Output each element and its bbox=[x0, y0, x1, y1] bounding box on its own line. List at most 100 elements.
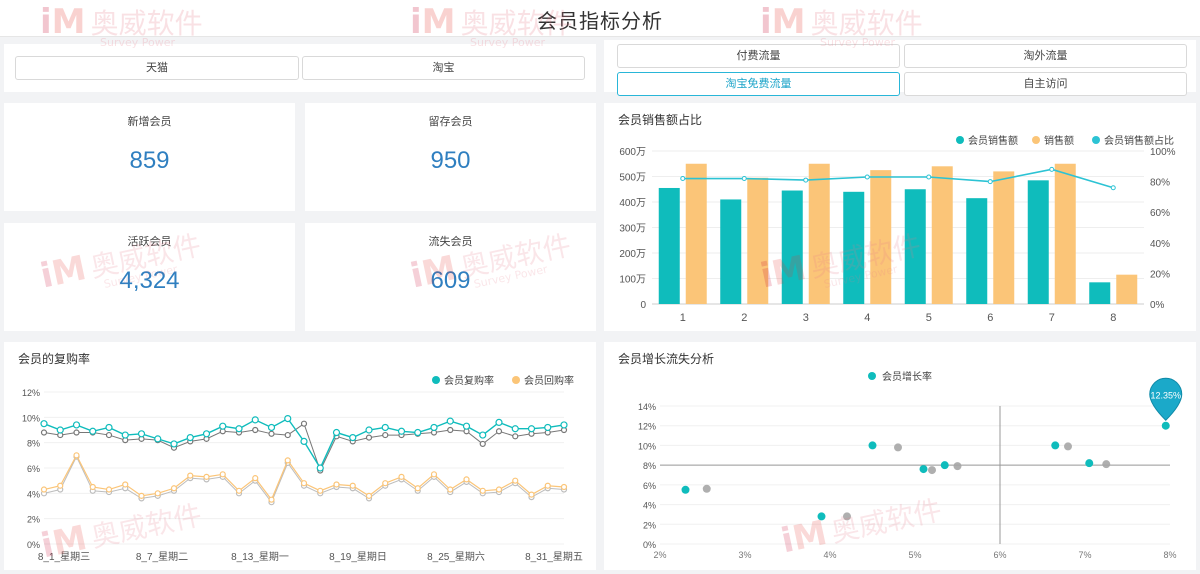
sales-share-chart-card: 会员销售额占比 0 100万 200万 300万 400万 500万 600万 0% 20% 40… bbox=[604, 103, 1196, 331]
series-point bbox=[333, 481, 340, 488]
scatter-point bbox=[817, 512, 826, 521]
legend-marker bbox=[868, 372, 876, 380]
kpi-value: 609 bbox=[430, 267, 471, 294]
series-point bbox=[267, 423, 276, 432]
line-point bbox=[803, 177, 809, 183]
bar-sales bbox=[1054, 163, 1076, 304]
y-tick-label: 10% bbox=[22, 413, 40, 423]
series-point bbox=[430, 471, 438, 478]
y-tick-label: 14% bbox=[638, 402, 656, 412]
series-point bbox=[219, 471, 226, 478]
filter-taobao-button[interactable]: 淘宝 bbox=[302, 56, 585, 80]
series-point bbox=[73, 429, 80, 436]
x-tick-label: 3% bbox=[738, 550, 751, 560]
scatter-point bbox=[843, 512, 851, 521]
scatter-point bbox=[894, 443, 902, 452]
bar-member-sales bbox=[966, 198, 988, 304]
y2-tick-label: 60% bbox=[1150, 208, 1170, 219]
series-point bbox=[528, 491, 535, 498]
filter-paid-traffic-button[interactable]: 付费流量 bbox=[617, 44, 900, 68]
series-point bbox=[252, 475, 259, 482]
bar-member-sales bbox=[843, 191, 865, 304]
series-point bbox=[560, 483, 568, 491]
y2-tick-label: 20% bbox=[1150, 269, 1170, 280]
series-point bbox=[447, 486, 454, 493]
filter-taobao-free-traffic-button[interactable]: 淘宝免费流量 bbox=[617, 72, 900, 96]
series-point bbox=[40, 486, 48, 493]
series-point bbox=[479, 440, 486, 448]
series-point bbox=[365, 434, 373, 441]
bar-member-sales bbox=[658, 187, 680, 304]
series-point bbox=[105, 431, 113, 439]
bar-sales bbox=[685, 163, 707, 304]
series-point bbox=[284, 457, 291, 464]
scatter-point bbox=[1064, 442, 1072, 451]
series-point bbox=[349, 433, 357, 442]
line-point bbox=[864, 174, 870, 180]
series-point bbox=[414, 428, 422, 437]
series-point bbox=[170, 485, 178, 492]
series-point bbox=[40, 429, 48, 436]
legend-label: 会员增长率 bbox=[882, 370, 932, 383]
x-tick-label: 2% bbox=[653, 550, 666, 560]
series-point bbox=[219, 422, 227, 430]
series-point bbox=[57, 482, 64, 489]
highlight-label: 12.35% bbox=[1150, 390, 1181, 400]
y-tick-label: 100万 bbox=[619, 275, 646, 286]
y-tick-label: 12% bbox=[638, 422, 656, 432]
scatter-point bbox=[702, 484, 711, 493]
bar-member-sales bbox=[904, 189, 926, 304]
series-point bbox=[89, 427, 97, 435]
series-point bbox=[268, 430, 275, 437]
y-tick-label: 6% bbox=[643, 481, 656, 491]
kpi-value: 4,324 bbox=[119, 267, 180, 294]
y-tick-label: 4% bbox=[643, 501, 656, 511]
x-tick-label: 8_7_星期二 bbox=[136, 551, 188, 563]
legend-label: 会员销售额 bbox=[968, 134, 1018, 147]
series-point bbox=[203, 473, 210, 480]
series-point bbox=[40, 420, 48, 428]
series-point bbox=[72, 421, 81, 429]
y2-tick-label: 0% bbox=[1150, 300, 1165, 311]
scatter-point bbox=[919, 465, 928, 474]
traffic-filter-panel: 付费流量 淘外流量 淘宝免费流量 自主访问 bbox=[604, 40, 1196, 96]
filter-tmall-button[interactable]: 天猫 bbox=[15, 56, 299, 80]
series-point bbox=[560, 421, 568, 429]
legend-marker bbox=[432, 376, 440, 384]
bar-sales bbox=[931, 166, 953, 304]
filter-external-traffic-button[interactable]: 淘外流量 bbox=[904, 44, 1187, 68]
line-point bbox=[987, 179, 993, 185]
y2-tick-label: 80% bbox=[1150, 178, 1170, 189]
bar-member-sales bbox=[1089, 282, 1111, 304]
series-line bbox=[43, 455, 565, 504]
series-point bbox=[121, 431, 129, 439]
x-tick-label: 3 bbox=[803, 312, 809, 324]
kpi-label: 留存会员 bbox=[428, 116, 473, 128]
kpi-value: 950 bbox=[430, 147, 471, 174]
series-point bbox=[105, 423, 113, 432]
series-point bbox=[300, 480, 308, 487]
series-point bbox=[56, 426, 64, 434]
kpi-card-lost-members: 流失会员 609 bbox=[305, 223, 596, 331]
series-point bbox=[479, 431, 487, 439]
kpi-label: 流失会员 bbox=[428, 236, 473, 248]
x-tick-label: 8 bbox=[1110, 312, 1116, 324]
x-tick-label: 6 bbox=[987, 312, 993, 324]
series-point bbox=[187, 472, 194, 479]
y-tick-label: 6% bbox=[27, 464, 40, 474]
page-title: 会员指标分析 bbox=[537, 11, 663, 33]
series-point bbox=[332, 428, 341, 437]
x-tick-label: 8_19_星期日 bbox=[329, 551, 387, 563]
filter-direct-visit-button[interactable]: 自主访问 bbox=[904, 72, 1187, 96]
line-point bbox=[1110, 185, 1116, 191]
legend-label: 会员销售额占比 bbox=[1104, 134, 1174, 147]
x-tick-label: 8_31_星期五 bbox=[525, 551, 583, 563]
series-point bbox=[284, 414, 292, 423]
kpi-label: 活跃会员 bbox=[127, 236, 172, 248]
bar-sales bbox=[808, 163, 830, 304]
series-point bbox=[463, 476, 470, 483]
line-point bbox=[680, 176, 686, 182]
series-line bbox=[43, 422, 565, 472]
series-point bbox=[186, 433, 194, 442]
y-tick-label: 0 bbox=[640, 300, 646, 311]
